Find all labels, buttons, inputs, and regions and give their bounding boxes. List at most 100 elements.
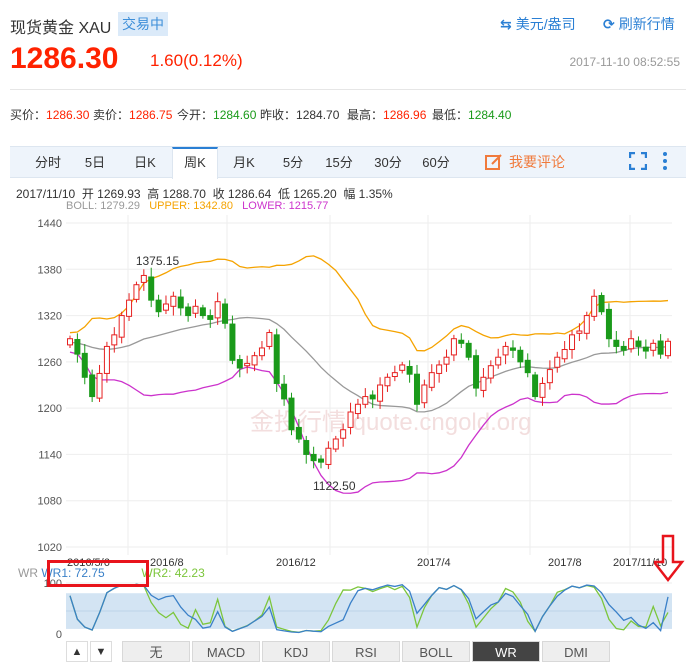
x-tick-label: 2017/8: [548, 557, 582, 569]
candle-body: [140, 274, 147, 283]
tab-8[interactable]: 60分: [413, 147, 459, 178]
y-tick-label: 1020: [38, 542, 62, 554]
info-label: 今开：: [177, 108, 214, 122]
tab-5[interactable]: 5分: [270, 147, 316, 178]
info-value: 1286.75: [129, 108, 173, 122]
candle-body: [502, 345, 509, 356]
candle-body: [318, 458, 325, 463]
tab-1[interactable]: 5日: [72, 147, 118, 178]
info-value: 1284.60: [213, 108, 257, 122]
candle-body: [347, 411, 354, 428]
tab-0[interactable]: 分时: [25, 147, 71, 178]
instrument-title: 现货黄金 XAU: [10, 20, 112, 37]
comment-button[interactable]: 我要评论: [485, 152, 565, 172]
info-value: 1286.30: [46, 108, 90, 122]
candle-body: [155, 299, 162, 313]
candle-body: [325, 447, 332, 465]
candle-body: [177, 296, 184, 309]
candle-body: [295, 426, 302, 440]
candle-body: [384, 376, 391, 387]
candle-body: [532, 374, 539, 398]
scroll-down-button[interactable]: ▼: [90, 641, 112, 662]
indicator-rsi[interactable]: RSI: [332, 641, 400, 662]
tab-4[interactable]: 月K: [221, 147, 267, 178]
info-value: 1284.70: [296, 108, 340, 122]
price-change: 1.60(0.12%): [150, 51, 243, 70]
candle-body: [546, 369, 553, 384]
boll-lower-value: LOWER: 1215.77: [242, 200, 329, 212]
candle-body: [236, 359, 243, 369]
candle-body: [598, 295, 605, 313]
candle-body: [192, 305, 199, 314]
info-item: 最低：1284.40: [432, 106, 511, 123]
tab-7[interactable]: 30分: [365, 147, 411, 178]
candle-body: [406, 365, 413, 375]
candle-body: [665, 340, 671, 357]
more-menu-button[interactable]: [660, 150, 670, 172]
indicator-kdj[interactable]: KDJ: [262, 641, 330, 662]
info-item: 昨收：1284.70: [260, 106, 339, 123]
quote-time: 2017-11-10 08:52:55: [569, 55, 680, 69]
y-tick-label: 1080: [38, 496, 62, 508]
candle-body: [126, 299, 133, 317]
candle-body: [148, 276, 155, 301]
candle-body: [591, 295, 598, 317]
candle-body: [413, 373, 420, 405]
candle-body: [170, 295, 177, 307]
indicator-wr[interactable]: WR: [472, 641, 540, 662]
wr2-value: WR2: 42.23: [141, 566, 205, 580]
refresh-label: 刷新行情: [618, 16, 675, 32]
candle-body: [118, 315, 125, 338]
candle-body: [539, 382, 546, 398]
info-item: 今开：1284.60: [177, 106, 256, 123]
indicator-dmi[interactable]: DMI: [542, 641, 610, 662]
divider: [10, 89, 686, 90]
extreme-label: 1122.50: [313, 479, 356, 493]
info-label: 昨收：: [260, 108, 297, 122]
extreme-label: 1375.15: [136, 254, 180, 268]
more-icon: [663, 152, 667, 170]
candle-body: [266, 332, 273, 347]
tab-2[interactable]: 日K: [122, 147, 168, 178]
candle-body: [517, 349, 524, 363]
y-tick-label: 1140: [38, 449, 62, 461]
wr-label: WR: [18, 566, 38, 580]
currency-unit-link[interactable]: ⇆ 美元/盎司: [500, 14, 576, 34]
y-tick-label: 1260: [38, 357, 62, 369]
refresh-button[interactable]: ⟳ 刷新行情: [603, 14, 675, 34]
candle-body: [657, 340, 664, 355]
candle-body: [613, 339, 620, 347]
candle-body: [450, 338, 457, 356]
currency-unit-label: 美元/盎司: [515, 16, 576, 32]
swap-icon: ⇆: [500, 15, 512, 32]
fullscreen-icon: [628, 151, 648, 171]
boll-value: BOLL: 1279.29: [66, 200, 141, 212]
info-label: 卖价：: [93, 108, 130, 122]
boll-legend: BOLL: 1279.29 UPPER: 1342.80 LOWER: 1215…: [66, 200, 328, 212]
candle-body: [273, 334, 280, 384]
indicator-macd[interactable]: MACD: [192, 641, 260, 662]
candle-body: [244, 362, 251, 367]
candle-body: [421, 384, 428, 404]
candle-body: [185, 306, 192, 317]
edit-icon: [485, 154, 502, 170]
indicator-无[interactable]: 无: [122, 641, 190, 662]
tab-3[interactable]: 周K: [172, 147, 218, 179]
current-price: 1286.30: [10, 42, 119, 75]
refresh-icon: ⟳: [603, 15, 615, 32]
boll-upper-value: UPPER: 1342.80: [149, 200, 233, 212]
scroll-up-button[interactable]: ▲: [66, 641, 88, 662]
candle-body: [569, 334, 576, 351]
candle-body: [281, 383, 288, 400]
fullscreen-button[interactable]: [628, 151, 648, 175]
indicator-boll[interactable]: BOLL: [402, 641, 470, 662]
candle-body: [222, 303, 229, 324]
candle-body: [310, 453, 317, 462]
tab-6[interactable]: 15分: [316, 147, 362, 178]
info-value: 1286.96: [383, 108, 427, 122]
candle-body: [207, 315, 214, 320]
candle-body: [103, 345, 110, 374]
candle-body: [628, 338, 635, 350]
indicator-buttons: 无 MACD KDJ RSI BOLL WR DMI: [122, 641, 612, 662]
info-label: 最低：: [432, 108, 469, 122]
